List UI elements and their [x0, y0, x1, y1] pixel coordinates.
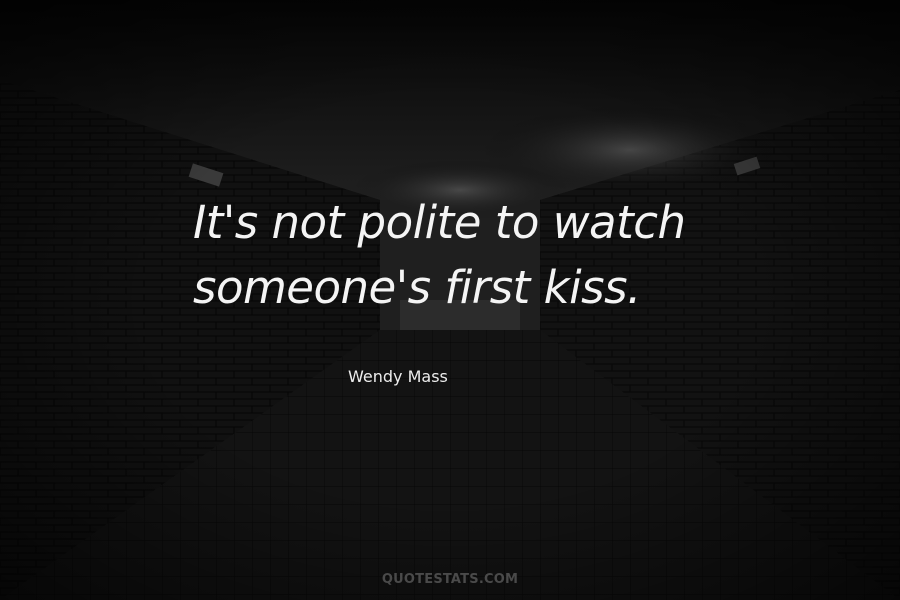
quote-author: Wendy Mass — [348, 367, 448, 386]
quote-line-1: It's not polite to watch — [193, 196, 686, 249]
quote-card: It's not polite to watch someone's first… — [0, 0, 900, 600]
quote-text: It's not polite to watch someone's first… — [193, 190, 813, 320]
site-watermark: QUOTESTATS.COM — [381, 572, 519, 587]
quote-line-2: someone's first kiss. — [193, 261, 641, 314]
